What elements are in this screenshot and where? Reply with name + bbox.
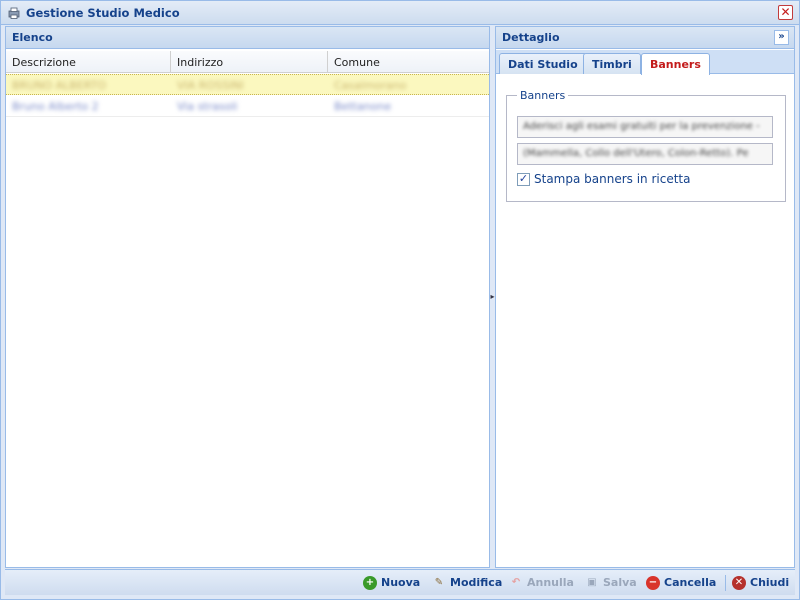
detail-panel: Dettaglio » Dati Studio Timbri Banners B…	[495, 26, 795, 568]
modifica-label: Modifica	[450, 576, 503, 589]
salva-button[interactable]: ▣ Salva	[585, 574, 637, 592]
banners-fieldset: Banners Aderisci agli esami gratuiti per…	[506, 89, 786, 202]
cancella-button[interactable]: − Cancella	[646, 574, 716, 592]
detail-panel-title-text: Dettaglio	[502, 31, 560, 44]
column-header-indirizzo[interactable]: Indirizzo	[171, 51, 328, 73]
list-panel: Elenco Descrizione Indirizzo Comune BRUN…	[5, 26, 490, 568]
close-window-button[interactable]: ✕	[778, 5, 793, 20]
table-row[interactable]: BRUNO ALBERTO VIA ROSSINI Casalmorano	[6, 74, 489, 95]
cell-indirizzo: Via strasoli	[177, 100, 238, 113]
banner-line-2-field[interactable]: (Mammella, Collo dell'Utero, Colon-Retto…	[517, 143, 773, 165]
brush-icon: ✎	[434, 577, 444, 588]
table-row[interactable]: Bruno Alberto 2 Via strasoli Bettanone	[6, 96, 489, 117]
annulla-label: Annulla	[527, 576, 574, 589]
undo-icon: ↶	[511, 577, 521, 588]
nuova-label: Nuova	[381, 576, 421, 589]
app-window: Gestione Studio Medico ✕ Elenco Descrizi…	[0, 0, 800, 600]
banner-line-1-value: Aderisci agli esami gratuiti per la prev…	[523, 121, 760, 132]
cancella-label: Cancella	[664, 576, 717, 589]
delete-icon: −	[646, 576, 660, 590]
chiudi-button[interactable]: ✕ Chiudi	[732, 574, 789, 592]
grid-header: Descrizione Indirizzo Comune	[6, 51, 489, 73]
tab-strip: Dati Studio Timbri Banners	[496, 50, 794, 75]
salva-label: Salva	[603, 576, 637, 589]
print-banners-checkbox[interactable]: ✓	[517, 173, 530, 186]
window-title: Gestione Studio Medico	[26, 6, 180, 20]
list-panel-title: Elenco	[6, 27, 489, 49]
banner-line-1-field[interactable]: Aderisci agli esami gratuiti per la prev…	[517, 116, 773, 138]
toolbar-separator	[725, 575, 726, 591]
chiudi-label: Chiudi	[750, 576, 790, 589]
title-bar: Gestione Studio Medico ✕	[1, 1, 799, 25]
cell-comune: Casalmorano	[334, 79, 407, 92]
column-header-comune[interactable]: Comune	[328, 51, 489, 73]
bottom-toolbar: + Nuova ✎ Modifica ↶ Annulla ▣ Salva − C…	[5, 569, 795, 595]
cell-comune: Bettanone	[334, 100, 392, 113]
modifica-button[interactable]: ✎ Modifica	[432, 574, 502, 592]
cell-descrizione: Bruno Alberto 2	[12, 100, 99, 113]
annulla-button[interactable]: ↶ Annulla	[509, 574, 574, 592]
cell-descrizione: BRUNO ALBERTO	[12, 79, 106, 92]
banners-legend: Banners	[517, 89, 569, 102]
close-icon: ✕	[732, 576, 746, 590]
nuova-button[interactable]: + Nuova	[363, 574, 420, 592]
collapse-panel-button[interactable]: »	[774, 30, 789, 45]
tab-banners[interactable]: Banners	[641, 53, 710, 75]
tab-timbri[interactable]: Timbri	[583, 53, 641, 74]
tab-dati-studio[interactable]: Dati Studio	[499, 53, 587, 74]
save-icon: ▣	[587, 577, 597, 588]
detail-panel-title: Dettaglio »	[496, 27, 794, 49]
column-header-descrizione[interactable]: Descrizione	[6, 51, 171, 73]
print-banners-label: Stampa banners in ricetta	[534, 172, 691, 186]
close-icon: ✕	[780, 5, 791, 19]
cell-indirizzo: VIA ROSSINI	[177, 79, 244, 92]
banner-line-2-value: (Mammella, Collo dell'Utero, Colon-Retto…	[523, 148, 749, 159]
double-chevron-right-icon: »	[778, 31, 785, 42]
add-icon: +	[363, 576, 377, 590]
printer-icon	[8, 7, 20, 19]
